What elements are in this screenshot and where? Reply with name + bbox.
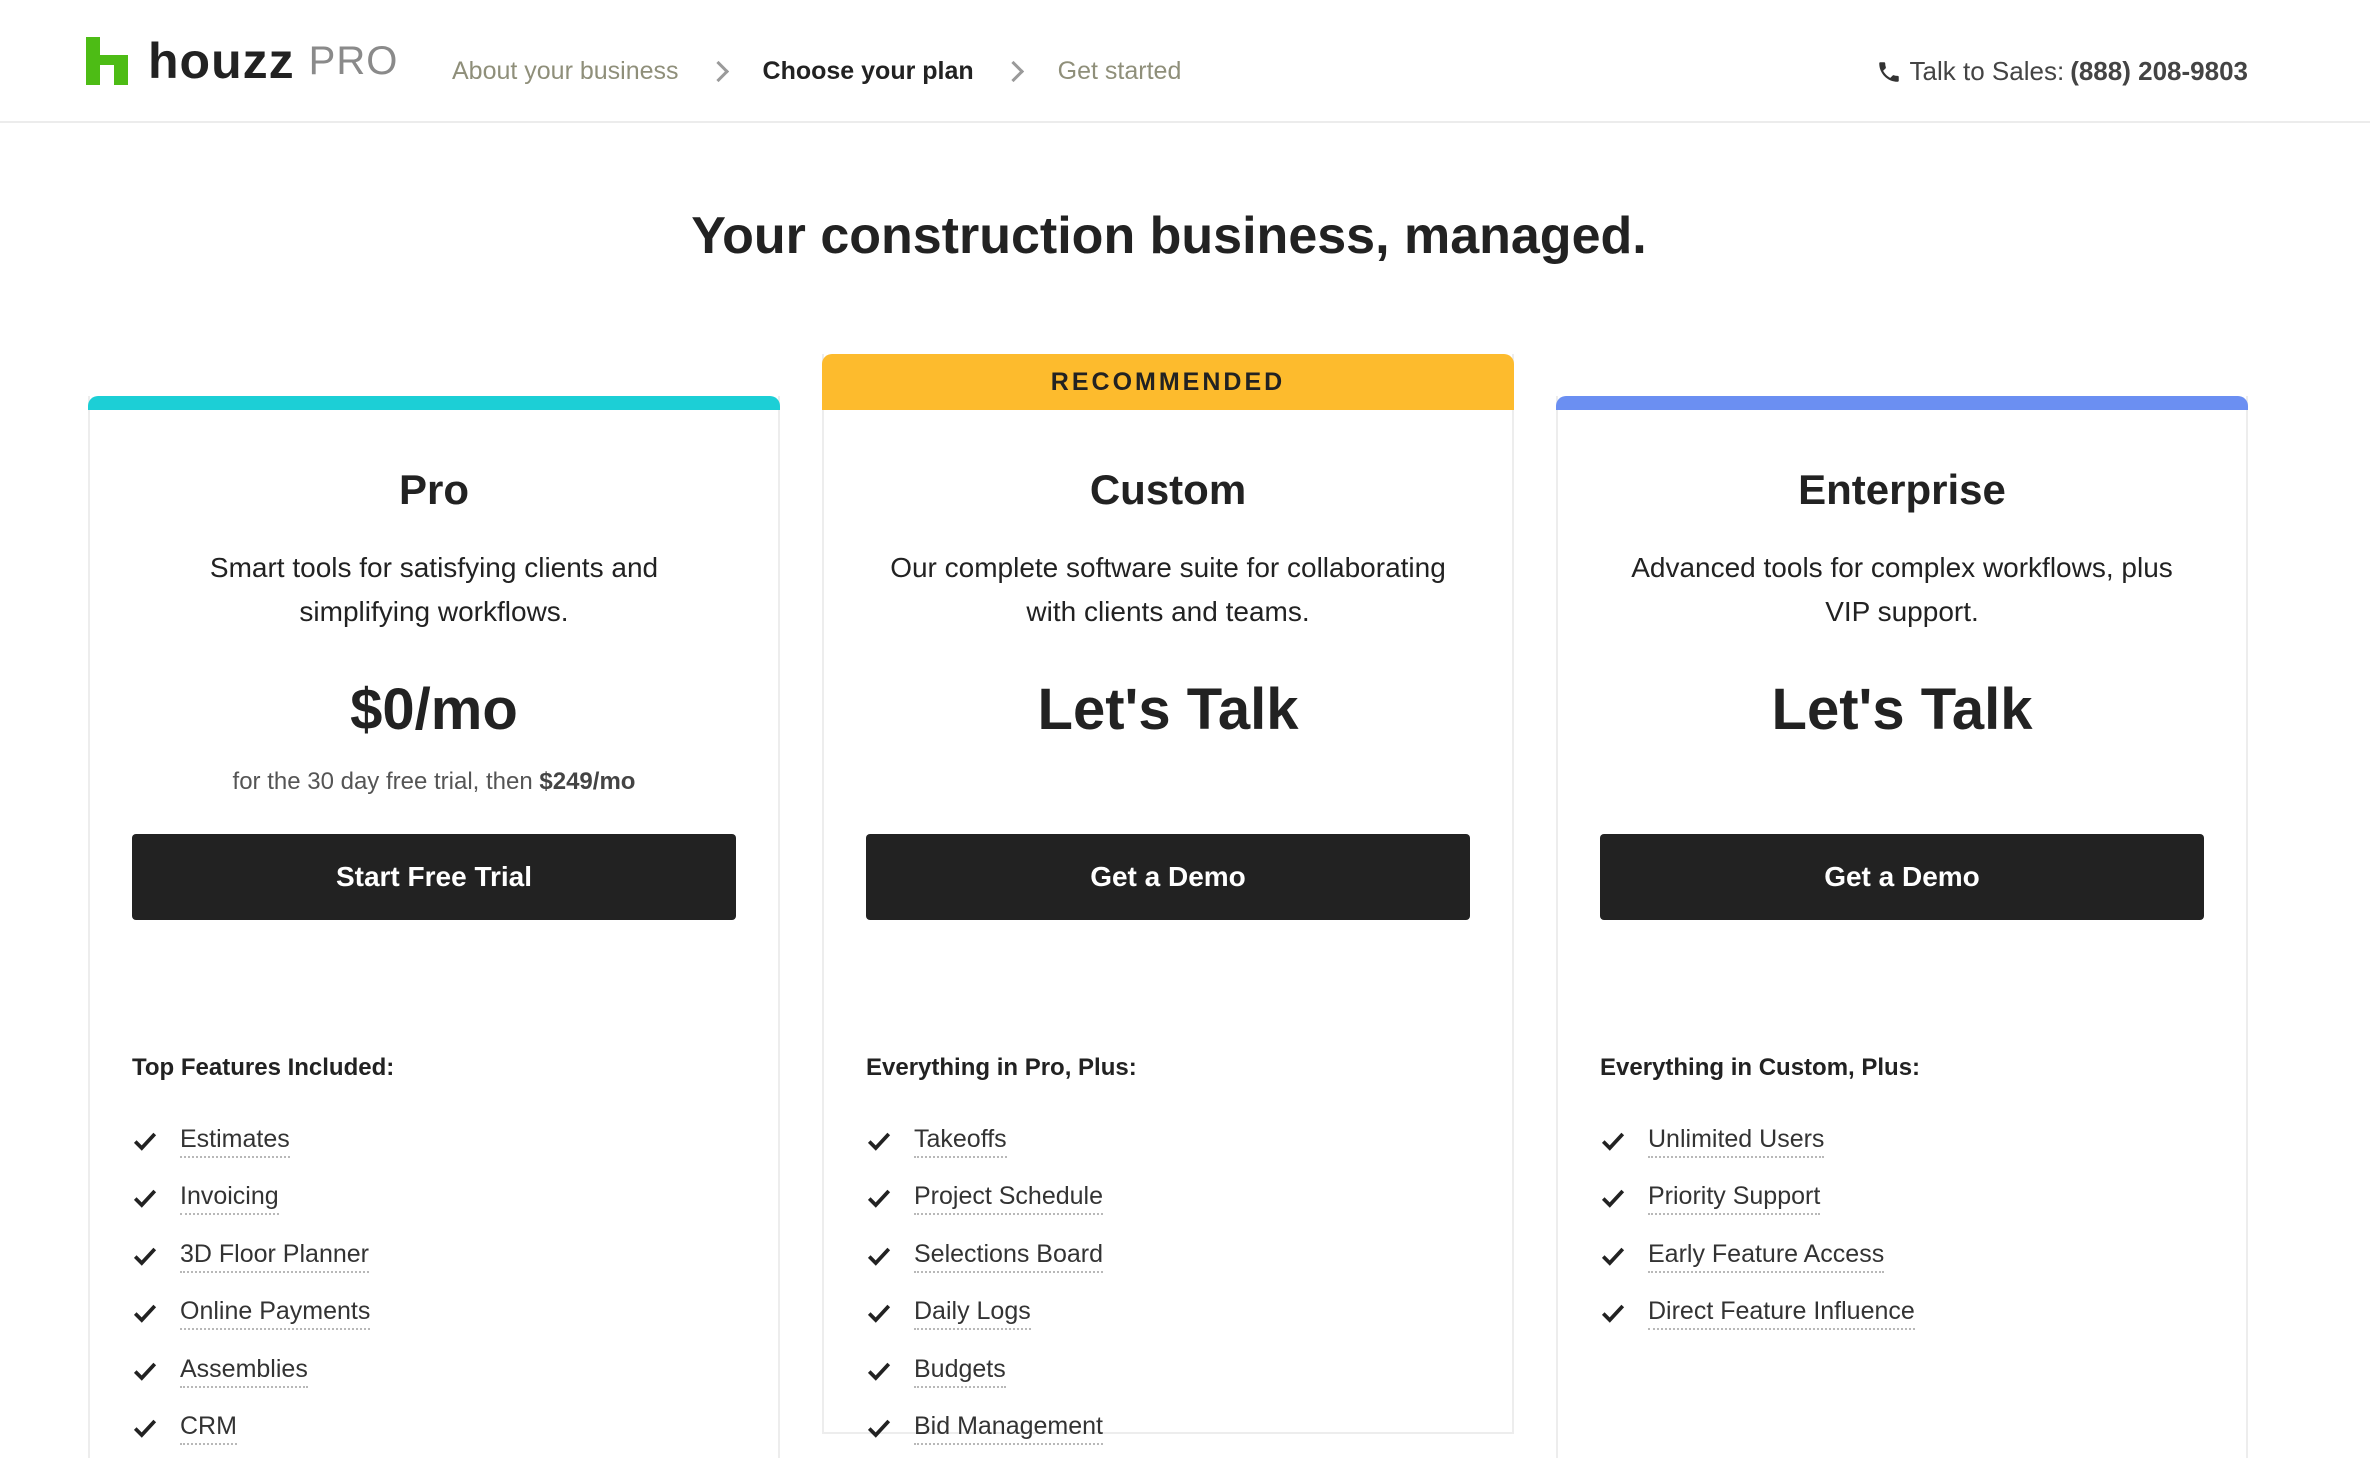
plan-description: Our complete software suite for collabor… [890,552,1446,627]
features-heading: Everything in Pro, Plus: [866,1054,1137,1081]
feature-item: Selections Board [866,1227,1104,1285]
feature-label[interactable]: Estimates [180,1124,290,1158]
feature-label[interactable]: Assemblies [180,1354,308,1388]
check-icon [1601,1132,1625,1151]
feature-label[interactable]: Budgets [914,1354,1006,1388]
plan-price: Let's Talk [1037,677,1299,742]
feature-label[interactable]: Selections Board [914,1239,1104,1273]
feature-item: Takeoffs [866,1112,1103,1170]
plan-price-note: for the 30 day free trial, then $249/mo [90,768,778,796]
check-icon [867,1247,891,1266]
feature-label[interactable]: Invoicing [180,1181,279,1216]
features-heading: Everything in Custom, Plus: [1600,1054,1921,1081]
plan-name: Enterprise [1798,466,2006,513]
feature-item: Budgets [866,1342,1103,1400]
feature-list: Estimates Invoicing 3D Floor Planner Onl… [132,1112,371,1458]
feature-label[interactable]: Priority Support [1648,1181,1821,1216]
chevron-right-icon [1001,56,1031,86]
check-icon [133,1419,157,1438]
sales-label: Talk to Sales: [1909,56,2065,86]
check-icon [1601,1189,1625,1208]
feature-label[interactable]: Online Payments [180,1296,371,1331]
feature-label[interactable]: CRM [180,1411,237,1446]
feature-item: 3D Floor Planner [132,1227,370,1285]
check-icon [133,1189,157,1208]
houzz-logo-icon [86,37,128,85]
feature-item: Daily Logs [866,1285,1103,1343]
feature-label[interactable]: Daily Logs [914,1296,1031,1331]
progress-steps: About your business Choose your plan Get… [452,56,1181,86]
feature-item: Bid Management [866,1400,1104,1458]
plan-price: $0/mo [350,677,518,742]
check-icon [133,1362,157,1381]
check-icon [867,1419,891,1438]
check-icon [133,1304,157,1323]
houzz-pro-logo[interactable]: houzz PRO [86,36,398,86]
check-icon [867,1189,891,1208]
feature-label[interactable]: Early Feature Access [1648,1239,1885,1273]
feature-item: Invoicing [132,1170,370,1228]
chevron-right-icon [706,56,736,86]
check-icon [867,1132,891,1151]
logo-suffix: PRO [308,39,399,83]
check-icon [133,1132,157,1151]
start-free-trial-button[interactable]: Start Free Trial [132,834,736,920]
plan-name: Pro [398,466,469,513]
features-heading: Top Features Included: [132,1054,395,1081]
price-note-amount: $249/mo [539,768,636,795]
feature-label[interactable]: Unlimited Users [1648,1124,1825,1158]
get-a-demo-button[interactable]: Get a Demo [866,834,1470,920]
phone-icon [1878,61,1899,82]
step-get-started: Get started [1057,56,1182,85]
recommended-badge: RECOMMENDED [822,354,1514,410]
check-icon [1601,1247,1625,1266]
feature-item: Estimates [132,1112,370,1170]
check-icon [867,1362,891,1381]
plan-accent-bar [1556,396,2248,410]
sales-phone-number[interactable]: (888) 208-9803 [2070,56,2248,87]
feature-list: Takeoffs Project Schedule Selections Boa… [866,1112,1104,1458]
check-icon [867,1304,891,1323]
plan-accent-bar [88,396,780,410]
plan-description: Advanced tools for complex workflows, pl… [1631,552,2173,627]
get-a-demo-button[interactable]: Get a Demo [1600,834,2204,920]
check-icon [1601,1304,1625,1323]
feature-item: Direct Feature Influence [1600,1285,1915,1343]
logo-wordmark: houzz [148,33,295,89]
plan-name: Custom [1089,466,1247,513]
talk-to-sales[interactable]: Talk to Sales: (888) 208-9803 [1876,56,2248,87]
feature-item: Priority Support [1600,1170,1915,1228]
feature-label[interactable]: Direct Feature Influence [1648,1296,1915,1331]
feature-item: CRM [132,1400,370,1458]
check-icon [133,1247,157,1266]
plan-price: Let's Talk [1771,677,2033,742]
feature-label[interactable]: Bid Management [914,1411,1104,1446]
feature-item: Online Payments [132,1285,371,1343]
plan-card-custom: RECOMMENDED Custom Our complete software… [822,354,1514,1446]
top-header: houzz PRO About your business Choose you… [0,0,2370,123]
page-title: Your construction business, managed. [691,207,1647,265]
price-note-text: for the 30 day free trial, then [232,768,533,795]
step-about-business[interactable]: About your business [452,57,679,86]
feature-label[interactable]: 3D Floor Planner [180,1239,369,1273]
plan-card-pro: Pro Smart tools for satisfying clients a… [88,396,780,1458]
feature-item: Assemblies [132,1342,370,1400]
plan-card-enterprise: Enterprise Advanced tools for complex wo… [1556,396,2248,1458]
feature-item: Unlimited Users [1600,1112,1915,1170]
feature-list: Unlimited Users Priority Support Early F… [1600,1112,1915,1342]
step-choose-plan: Choose your plan [762,56,974,85]
feature-label[interactable]: Takeoffs [914,1124,1007,1158]
plan-description: Smart tools for satisfying clients and s… [209,552,659,627]
feature-item: Early Feature Access [1600,1227,1915,1285]
feature-label[interactable]: Project Schedule [914,1181,1104,1216]
feature-item: Project Schedule [866,1170,1104,1228]
